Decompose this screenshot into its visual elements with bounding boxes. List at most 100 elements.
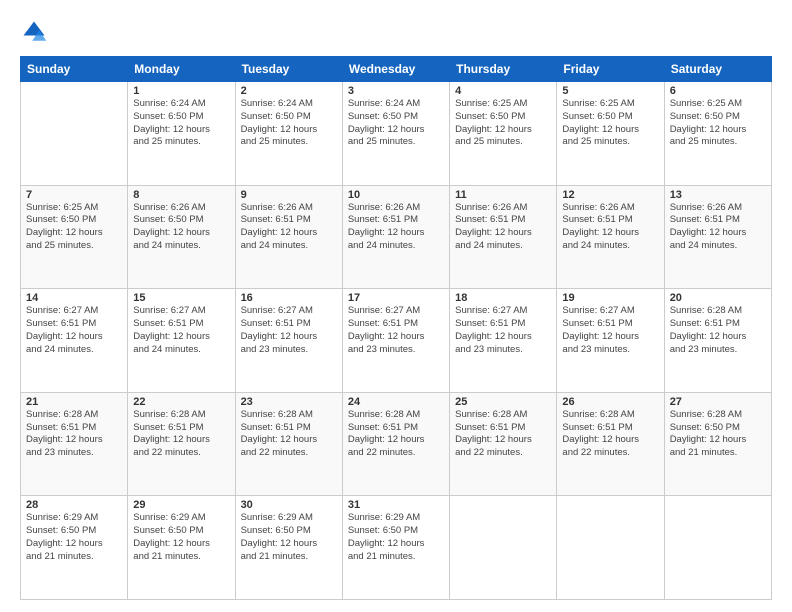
day-number: 14 bbox=[26, 292, 122, 304]
calendar-cell bbox=[450, 496, 557, 600]
day-info: Sunrise: 6:28 AMSunset: 6:51 PMDaylight:… bbox=[562, 409, 658, 460]
calendar-cell bbox=[557, 496, 664, 600]
calendar-cell: 16Sunrise: 6:27 AMSunset: 6:51 PMDayligh… bbox=[235, 289, 342, 393]
day-info: Sunrise: 6:29 AMSunset: 6:50 PMDaylight:… bbox=[348, 512, 444, 563]
day-info: Sunrise: 6:26 AMSunset: 6:51 PMDaylight:… bbox=[562, 202, 658, 253]
calendar-cell: 9Sunrise: 6:26 AMSunset: 6:51 PMDaylight… bbox=[235, 185, 342, 289]
calendar-cell: 28Sunrise: 6:29 AMSunset: 6:50 PMDayligh… bbox=[21, 496, 128, 600]
day-info: Sunrise: 6:27 AMSunset: 6:51 PMDaylight:… bbox=[455, 305, 551, 356]
calendar-cell: 21Sunrise: 6:28 AMSunset: 6:51 PMDayligh… bbox=[21, 392, 128, 496]
column-header-saturday: Saturday bbox=[664, 57, 771, 82]
calendar-cell: 25Sunrise: 6:28 AMSunset: 6:51 PMDayligh… bbox=[450, 392, 557, 496]
header-row: SundayMondayTuesdayWednesdayThursdayFrid… bbox=[21, 57, 772, 82]
day-info: Sunrise: 6:28 AMSunset: 6:51 PMDaylight:… bbox=[241, 409, 337, 460]
day-number: 31 bbox=[348, 499, 444, 511]
day-number: 13 bbox=[670, 189, 766, 201]
day-number: 15 bbox=[133, 292, 229, 304]
calendar-cell: 13Sunrise: 6:26 AMSunset: 6:51 PMDayligh… bbox=[664, 185, 771, 289]
day-number: 1 bbox=[133, 85, 229, 97]
week-row-5: 28Sunrise: 6:29 AMSunset: 6:50 PMDayligh… bbox=[21, 496, 772, 600]
week-row-2: 7Sunrise: 6:25 AMSunset: 6:50 PMDaylight… bbox=[21, 185, 772, 289]
calendar-cell: 10Sunrise: 6:26 AMSunset: 6:51 PMDayligh… bbox=[342, 185, 449, 289]
calendar-cell: 23Sunrise: 6:28 AMSunset: 6:51 PMDayligh… bbox=[235, 392, 342, 496]
calendar-cell: 11Sunrise: 6:26 AMSunset: 6:51 PMDayligh… bbox=[450, 185, 557, 289]
day-number: 9 bbox=[241, 189, 337, 201]
day-info: Sunrise: 6:29 AMSunset: 6:50 PMDaylight:… bbox=[241, 512, 337, 563]
week-row-4: 21Sunrise: 6:28 AMSunset: 6:51 PMDayligh… bbox=[21, 392, 772, 496]
day-info: Sunrise: 6:24 AMSunset: 6:50 PMDaylight:… bbox=[348, 98, 444, 149]
day-info: Sunrise: 6:27 AMSunset: 6:51 PMDaylight:… bbox=[241, 305, 337, 356]
day-number: 11 bbox=[455, 189, 551, 201]
calendar-cell: 8Sunrise: 6:26 AMSunset: 6:50 PMDaylight… bbox=[128, 185, 235, 289]
column-header-thursday: Thursday bbox=[450, 57, 557, 82]
day-number: 4 bbox=[455, 85, 551, 97]
calendar-cell: 14Sunrise: 6:27 AMSunset: 6:51 PMDayligh… bbox=[21, 289, 128, 393]
day-info: Sunrise: 6:28 AMSunset: 6:51 PMDaylight:… bbox=[348, 409, 444, 460]
calendar-cell: 20Sunrise: 6:28 AMSunset: 6:51 PMDayligh… bbox=[664, 289, 771, 393]
day-info: Sunrise: 6:26 AMSunset: 6:51 PMDaylight:… bbox=[670, 202, 766, 253]
calendar-cell: 30Sunrise: 6:29 AMSunset: 6:50 PMDayligh… bbox=[235, 496, 342, 600]
column-header-sunday: Sunday bbox=[21, 57, 128, 82]
day-number: 30 bbox=[241, 499, 337, 511]
calendar-cell: 12Sunrise: 6:26 AMSunset: 6:51 PMDayligh… bbox=[557, 185, 664, 289]
day-number: 21 bbox=[26, 396, 122, 408]
day-info: Sunrise: 6:26 AMSunset: 6:51 PMDaylight:… bbox=[348, 202, 444, 253]
day-number: 8 bbox=[133, 189, 229, 201]
day-number: 20 bbox=[670, 292, 766, 304]
day-info: Sunrise: 6:24 AMSunset: 6:50 PMDaylight:… bbox=[133, 98, 229, 149]
column-header-monday: Monday bbox=[128, 57, 235, 82]
day-info: Sunrise: 6:27 AMSunset: 6:51 PMDaylight:… bbox=[562, 305, 658, 356]
day-number: 27 bbox=[670, 396, 766, 408]
day-info: Sunrise: 6:27 AMSunset: 6:51 PMDaylight:… bbox=[348, 305, 444, 356]
day-number: 23 bbox=[241, 396, 337, 408]
calendar-cell bbox=[664, 496, 771, 600]
calendar-cell: 29Sunrise: 6:29 AMSunset: 6:50 PMDayligh… bbox=[128, 496, 235, 600]
calendar-table: SundayMondayTuesdayWednesdayThursdayFrid… bbox=[20, 56, 772, 600]
calendar-cell: 7Sunrise: 6:25 AMSunset: 6:50 PMDaylight… bbox=[21, 185, 128, 289]
calendar-cell: 17Sunrise: 6:27 AMSunset: 6:51 PMDayligh… bbox=[342, 289, 449, 393]
calendar-cell: 1Sunrise: 6:24 AMSunset: 6:50 PMDaylight… bbox=[128, 82, 235, 186]
day-number: 6 bbox=[670, 85, 766, 97]
day-info: Sunrise: 6:24 AMSunset: 6:50 PMDaylight:… bbox=[241, 98, 337, 149]
day-info: Sunrise: 6:26 AMSunset: 6:51 PMDaylight:… bbox=[241, 202, 337, 253]
day-number: 10 bbox=[348, 189, 444, 201]
day-info: Sunrise: 6:28 AMSunset: 6:51 PMDaylight:… bbox=[26, 409, 122, 460]
day-number: 26 bbox=[562, 396, 658, 408]
day-number: 22 bbox=[133, 396, 229, 408]
calendar-cell: 26Sunrise: 6:28 AMSunset: 6:51 PMDayligh… bbox=[557, 392, 664, 496]
calendar-cell bbox=[21, 82, 128, 186]
week-row-1: 1Sunrise: 6:24 AMSunset: 6:50 PMDaylight… bbox=[21, 82, 772, 186]
day-info: Sunrise: 6:29 AMSunset: 6:50 PMDaylight:… bbox=[26, 512, 122, 563]
logo bbox=[20, 18, 52, 46]
day-info: Sunrise: 6:26 AMSunset: 6:51 PMDaylight:… bbox=[455, 202, 551, 253]
day-number: 19 bbox=[562, 292, 658, 304]
day-number: 28 bbox=[26, 499, 122, 511]
day-info: Sunrise: 6:25 AMSunset: 6:50 PMDaylight:… bbox=[562, 98, 658, 149]
day-number: 2 bbox=[241, 85, 337, 97]
day-info: Sunrise: 6:25 AMSunset: 6:50 PMDaylight:… bbox=[455, 98, 551, 149]
day-info: Sunrise: 6:26 AMSunset: 6:50 PMDaylight:… bbox=[133, 202, 229, 253]
column-header-wednesday: Wednesday bbox=[342, 57, 449, 82]
day-info: Sunrise: 6:27 AMSunset: 6:51 PMDaylight:… bbox=[133, 305, 229, 356]
day-info: Sunrise: 6:25 AMSunset: 6:50 PMDaylight:… bbox=[26, 202, 122, 253]
calendar-cell: 3Sunrise: 6:24 AMSunset: 6:50 PMDaylight… bbox=[342, 82, 449, 186]
day-info: Sunrise: 6:28 AMSunset: 6:51 PMDaylight:… bbox=[670, 305, 766, 356]
day-info: Sunrise: 6:29 AMSunset: 6:50 PMDaylight:… bbox=[133, 512, 229, 563]
calendar-cell: 6Sunrise: 6:25 AMSunset: 6:50 PMDaylight… bbox=[664, 82, 771, 186]
day-info: Sunrise: 6:28 AMSunset: 6:51 PMDaylight:… bbox=[455, 409, 551, 460]
day-number: 12 bbox=[562, 189, 658, 201]
calendar-cell: 18Sunrise: 6:27 AMSunset: 6:51 PMDayligh… bbox=[450, 289, 557, 393]
column-header-tuesday: Tuesday bbox=[235, 57, 342, 82]
day-number: 25 bbox=[455, 396, 551, 408]
header bbox=[20, 18, 772, 46]
day-info: Sunrise: 6:28 AMSunset: 6:50 PMDaylight:… bbox=[670, 409, 766, 460]
calendar-cell: 15Sunrise: 6:27 AMSunset: 6:51 PMDayligh… bbox=[128, 289, 235, 393]
week-row-3: 14Sunrise: 6:27 AMSunset: 6:51 PMDayligh… bbox=[21, 289, 772, 393]
calendar-cell: 2Sunrise: 6:24 AMSunset: 6:50 PMDaylight… bbox=[235, 82, 342, 186]
calendar-cell: 31Sunrise: 6:29 AMSunset: 6:50 PMDayligh… bbox=[342, 496, 449, 600]
day-info: Sunrise: 6:27 AMSunset: 6:51 PMDaylight:… bbox=[26, 305, 122, 356]
calendar-cell: 27Sunrise: 6:28 AMSunset: 6:50 PMDayligh… bbox=[664, 392, 771, 496]
day-number: 16 bbox=[241, 292, 337, 304]
column-header-friday: Friday bbox=[557, 57, 664, 82]
page: SundayMondayTuesdayWednesdayThursdayFrid… bbox=[0, 0, 792, 612]
